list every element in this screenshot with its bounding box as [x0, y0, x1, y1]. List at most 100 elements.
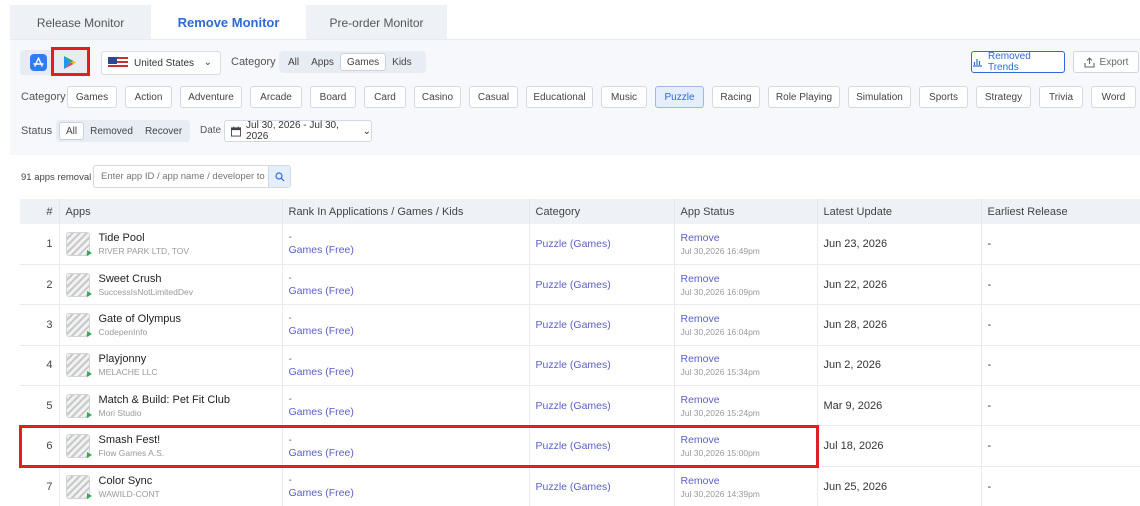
rank-cell: - Games (Free)	[282, 385, 530, 427]
app-store-button[interactable]	[30, 54, 47, 71]
app-cell[interactable]: Gate of Olympus CodepenInfo	[59, 304, 283, 346]
table-row[interactable]: 7 Color Sync WAWILD-CONT - Games (Free) Puzzl…	[20, 466, 1140, 506]
category-link[interactable]: Puzzle (Games)	[536, 279, 611, 291]
rank-category-link[interactable]: Games (Free)	[289, 406, 529, 418]
app-name[interactable]: Color Sync	[99, 475, 160, 487]
row-number: 2	[20, 264, 60, 306]
app-cell[interactable]: Match & Build: Pet Fit Club Mori Studio	[59, 385, 283, 427]
app-status[interactable]: Remove	[681, 232, 817, 244]
rank-cell: - Games (Free)	[282, 264, 530, 306]
developer-name: WAWILD-CONT	[98, 488, 160, 499]
google-play-badge-icon	[86, 371, 92, 378]
tab-pre-order-monitor[interactable]: Pre-order Monitor	[306, 5, 447, 40]
latest-update: Jun 2, 2026	[817, 345, 982, 387]
category-chip-adventure[interactable]: Adventure	[180, 86, 242, 108]
date-range-picker[interactable]: Jul 30, 2026 - Jul 30, 2026 ⌄	[224, 120, 372, 142]
latest-update: Jun 23, 2026	[817, 224, 982, 265]
type-category-label: Category	[231, 56, 276, 68]
status-option-all[interactable]: All	[59, 122, 85, 140]
rank-category-link[interactable]: Games (Free)	[289, 487, 529, 499]
search-input[interactable]	[94, 171, 268, 182]
column-header-category: Category	[529, 199, 675, 224]
table-row[interactable]: 3 Gate of Olympus CodepenInfo - Games (Free)…	[20, 304, 1140, 346]
column-header-rank: Rank In Applications / Games / Kids	[282, 199, 530, 224]
category-chip-trivia[interactable]: Trivia	[1039, 86, 1083, 108]
app-name[interactable]: Playjonny	[99, 353, 158, 365]
app-cell[interactable]: Playjonny MELACHE LLC	[59, 345, 283, 387]
google-play-badge-icon	[86, 492, 92, 499]
removed-trends-label: Removed Trends	[987, 51, 1031, 73]
table-row[interactable]: 2 Sweet Crush SuccessIsNotLimitedDev - Games…	[20, 264, 1140, 306]
category-chip-board[interactable]: Board	[310, 86, 356, 108]
app-status[interactable]: Remove	[681, 394, 817, 406]
category-chip-action[interactable]: Action	[125, 86, 172, 108]
app-name[interactable]: Gate of Olympus	[99, 313, 182, 325]
rank-category-link[interactable]: Games (Free)	[289, 366, 529, 378]
app-status[interactable]: Remove	[681, 434, 817, 446]
app-status[interactable]: Remove	[681, 313, 817, 325]
rank-value: -	[288, 394, 292, 406]
category-link[interactable]: Puzzle (Games)	[536, 238, 611, 250]
rank-category-link[interactable]: Games (Free)	[289, 285, 529, 297]
category-chip-casino[interactable]: Casino	[414, 86, 461, 108]
category-chip-puzzle[interactable]: Puzzle	[655, 86, 704, 108]
status-option-removed[interactable]: Removed	[84, 122, 139, 140]
table-row[interactable]: 6 Smash Fest! Flow Games A.S. - Games (Free)…	[20, 425, 1140, 467]
rank-category-link[interactable]: Games (Free)	[289, 325, 529, 337]
app-cell[interactable]: Smash Fest! Flow Games A.S.	[59, 425, 283, 467]
table-row[interactable]: 4 Playjonny MELACHE LLC - Games (Free) Puzzle…	[20, 345, 1140, 387]
country-select[interactable]: United States ⌄	[101, 51, 221, 75]
type-option-kids[interactable]: Kids	[386, 53, 417, 71]
category-link[interactable]: Puzzle (Games)	[536, 400, 611, 412]
category-chip-games[interactable]: Games	[67, 86, 117, 108]
tab-remove-monitor[interactable]: Remove Monitor	[151, 5, 306, 40]
rank-category-link[interactable]: Games (Free)	[289, 244, 529, 256]
table-row[interactable]: 5 Match & Build: Pet Fit Club Mori Studio -…	[20, 385, 1140, 427]
app-cell[interactable]: Color Sync WAWILD-CONT	[59, 466, 283, 506]
column-header-apps: Apps	[59, 199, 283, 224]
rank-category-link[interactable]: Games (Free)	[289, 447, 529, 459]
app-cell[interactable]: Tide Pool RIVER PARK LTD, TOV	[59, 224, 283, 265]
row-number: 5	[20, 385, 60, 427]
status-time: Jul 30,2026 16:09pm	[680, 286, 760, 297]
status-cell: Remove Jul 30,2026 15:34pm	[674, 345, 818, 387]
category-chip-sports[interactable]: Sports	[919, 86, 968, 108]
type-option-apps[interactable]: Apps	[305, 53, 340, 71]
export-button[interactable]: Export	[1073, 51, 1139, 73]
app-status[interactable]: Remove	[681, 273, 817, 285]
removed-trends-button[interactable]: Removed Trends	[971, 51, 1065, 73]
category-chip-word[interactable]: Word	[1091, 86, 1136, 108]
app-name[interactable]: Sweet Crush	[99, 273, 193, 285]
category-link[interactable]: Puzzle (Games)	[536, 440, 611, 452]
status-option-recover[interactable]: Recover	[139, 122, 188, 140]
app-cell[interactable]: Sweet Crush SuccessIsNotLimitedDev	[59, 264, 283, 306]
app-icon	[65, 393, 92, 418]
rank-value: -	[288, 353, 292, 365]
developer-name: SuccessIsNotLimitedDev	[98, 286, 193, 297]
category-chip-simulation[interactable]: Simulation	[848, 86, 911, 108]
app-name[interactable]: Match & Build: Pet Fit Club	[99, 394, 230, 406]
category-chip-casual[interactable]: Casual	[469, 86, 518, 108]
category-chip-card[interactable]: Card	[364, 86, 406, 108]
table-row[interactable]: 1 Tide Pool RIVER PARK LTD, TOV - Games (Fre…	[20, 224, 1140, 265]
category-chip-role-playing[interactable]: Role Playing	[768, 86, 840, 108]
tab-release-monitor[interactable]: Release Monitor	[10, 5, 151, 40]
app-name[interactable]: Tide Pool	[99, 232, 190, 244]
category-chip-educational[interactable]: Educational	[526, 86, 593, 108]
search-button[interactable]	[268, 166, 290, 187]
developer-name: Flow Games A.S.	[98, 448, 165, 459]
category-chip-racing[interactable]: Racing	[712, 86, 760, 108]
google-play-badge-icon	[86, 290, 92, 297]
category-link[interactable]: Puzzle (Games)	[536, 319, 611, 331]
app-status[interactable]: Remove	[681, 475, 817, 487]
category-chip-strategy[interactable]: Strategy	[976, 86, 1031, 108]
category-chip-arcade[interactable]: Arcade	[250, 86, 302, 108]
type-option-games[interactable]: Games	[339, 53, 387, 71]
app-name[interactable]: Smash Fest!	[99, 434, 165, 446]
category-chip-music[interactable]: Music	[601, 86, 647, 108]
category-link[interactable]: Puzzle (Games)	[536, 359, 611, 371]
search-box	[93, 165, 291, 188]
app-status[interactable]: Remove	[681, 353, 817, 365]
type-option-all[interactable]: All	[282, 53, 305, 71]
category-link[interactable]: Puzzle (Games)	[536, 481, 611, 493]
